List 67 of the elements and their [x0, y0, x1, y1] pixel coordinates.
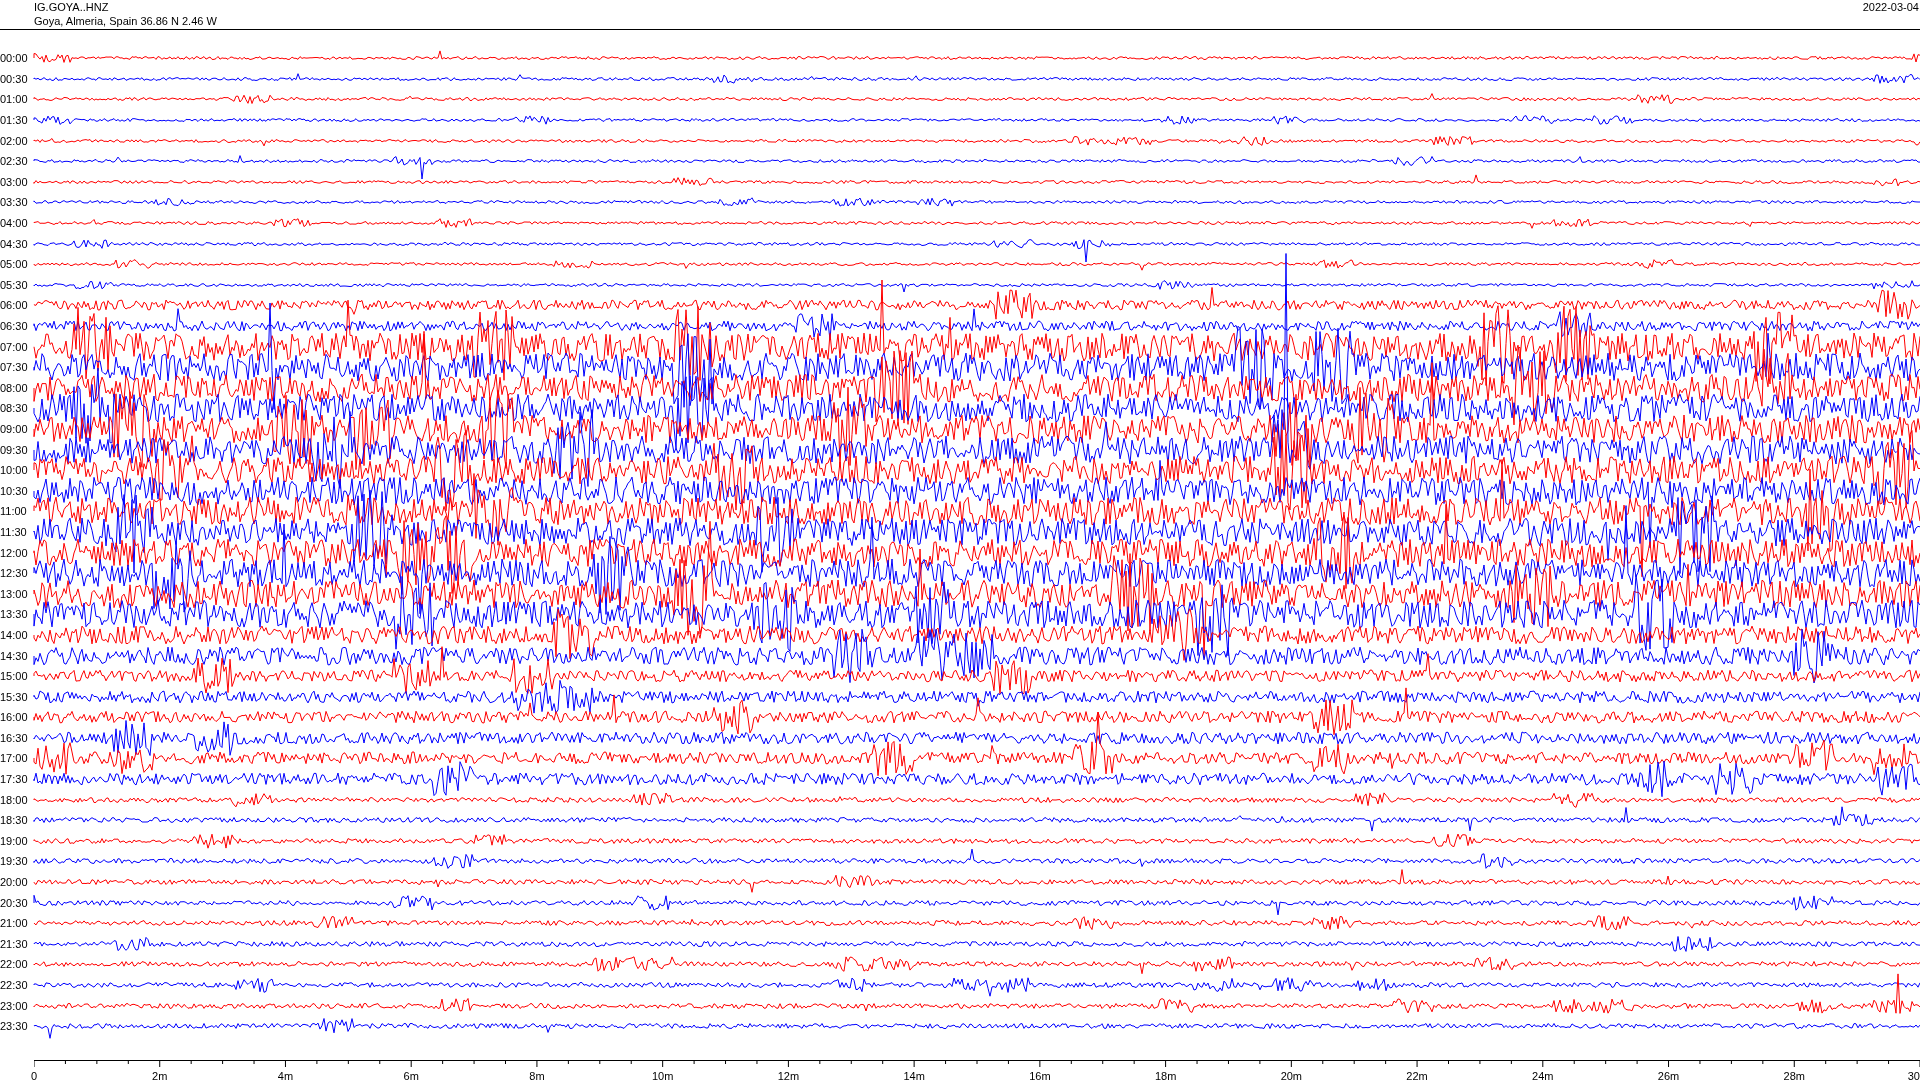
time-label: 16:30 [0, 731, 29, 744]
time-label: 06:00 [0, 299, 29, 312]
time-label: 00:00 [0, 52, 29, 65]
axis-tick-label: 28m [1783, 1069, 1805, 1080]
axis-tick-label: 16m [1029, 1069, 1051, 1080]
time-label: 08:30 [0, 402, 29, 415]
time-label: 22:30 [0, 979, 29, 991]
time-label: 17:30 [0, 773, 29, 786]
time-label: 14:30 [0, 649, 29, 662]
axis-tick-label: 22m [1406, 1069, 1428, 1080]
station-location: Goya, Almeria, Spain 36.86 N 2.46 W [34, 14, 217, 28]
axis-tick-label: 8m [529, 1069, 545, 1080]
time-label: 18:00 [0, 793, 29, 806]
time-label: 14:00 [0, 628, 29, 641]
time-label: 17:00 [0, 752, 29, 765]
time-label: 19:00 [0, 834, 29, 847]
axis-tick-label: 4m [277, 1069, 294, 1080]
time-label: 07:00 [0, 340, 29, 353]
time-label: 03:00 [0, 175, 29, 188]
time-label: 12:00 [0, 546, 29, 559]
axis-tick-label: 26m [1657, 1069, 1680, 1080]
time-label: 11:00 [0, 505, 28, 518]
time-label: 07:30 [0, 361, 29, 374]
axis-tick-label: 18m [1154, 1069, 1177, 1080]
record-date: 2022-03-04 [1862, 0, 1920, 15]
time-label: 20:30 [0, 896, 29, 909]
time-label: 11:30 [0, 525, 28, 538]
time-label: 08:00 [0, 381, 29, 394]
axis-tick-label: 20m [1280, 1069, 1303, 1080]
axis-tick-label: 2m [152, 1069, 168, 1080]
time-label: 18:30 [0, 814, 29, 827]
time-label: 05:00 [0, 258, 29, 271]
axis-tick-label: 12m [777, 1069, 800, 1080]
time-label: 09:30 [0, 443, 29, 456]
time-label: 10:00 [0, 464, 29, 477]
time-label: 13:30 [0, 608, 29, 621]
time-label: 09:00 [0, 423, 29, 435]
time-label: 22:00 [0, 958, 29, 971]
time-label: 10:30 [0, 484, 29, 497]
time-label: 16:00 [0, 711, 29, 724]
time-label: 05:30 [0, 278, 29, 291]
time-label: 03:30 [0, 196, 29, 209]
time-label: 06:30 [0, 320, 29, 332]
axis-tick-label: 6m [403, 1069, 419, 1080]
time-label: 23:00 [0, 999, 29, 1012]
time-label: 12:30 [0, 567, 29, 580]
time-label: 01:30 [0, 114, 29, 127]
time-label: 01:00 [0, 93, 29, 106]
axis-tick-label: 10m [651, 1069, 674, 1080]
axis-tick-label: 30 [1907, 1069, 1920, 1080]
time-label: 19:30 [0, 855, 29, 868]
time-label: 15:00 [0, 670, 29, 683]
time-label: 23:30 [0, 1020, 29, 1033]
time-label: 21:30 [0, 937, 29, 950]
time-label: 13:00 [0, 587, 29, 600]
time-label: 21:00 [0, 917, 29, 930]
station-code: IG.GOYA..HNZ [34, 0, 110, 14]
time-label: 04:30 [0, 237, 29, 250]
time-label: 02:30 [0, 155, 29, 168]
time-label: 15:30 [0, 690, 29, 703]
time-label: 02:00 [0, 134, 29, 147]
time-label: 20:00 [0, 876, 29, 889]
axis-tick-label: 0 [30, 1069, 38, 1080]
time-label: 04:00 [0, 217, 29, 230]
axis-tick-label: 14m [903, 1069, 925, 1080]
time-label: 00:30 [0, 72, 29, 85]
axis-tick-label: 24m [1532, 1069, 1554, 1080]
